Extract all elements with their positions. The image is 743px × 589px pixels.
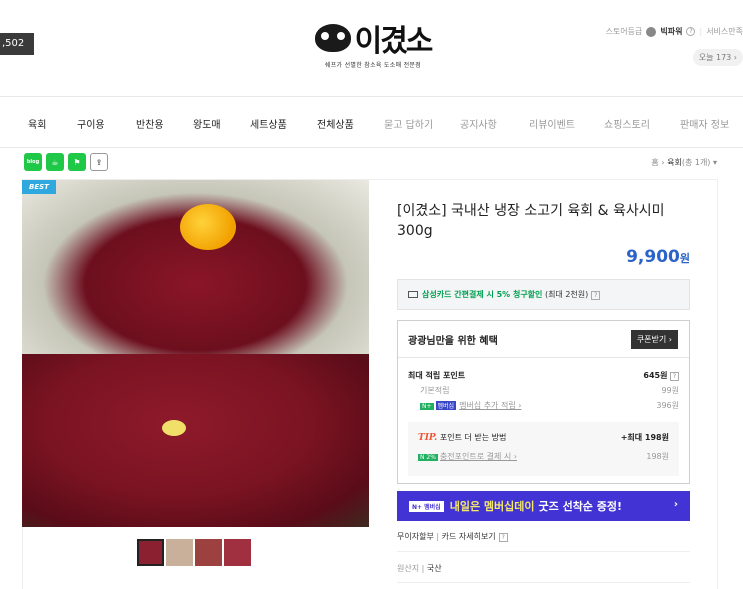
naver-plus-tag: N+ 멤버십 — [409, 500, 444, 512]
medal-icon — [646, 26, 657, 37]
help-icon[interactable]: ? — [670, 372, 679, 381]
basic-points-label: 기본적립 — [420, 386, 450, 395]
product-title: [이겼소] 국내산 냉장 소고기 육회 & 육사시미 300g — [397, 203, 665, 239]
membership-points-value: 396원 — [656, 401, 679, 410]
origin-value: 국산 — [426, 564, 442, 573]
best-badge: BEST — [22, 180, 56, 194]
nav-item-grill[interactable]: 구이용 — [77, 116, 105, 131]
breadcrumb-home[interactable]: 홈 — [651, 158, 658, 167]
installment-label: 무이자할부 — [397, 532, 434, 541]
tip-max-value: +최대 198원 — [620, 433, 669, 442]
nav-item-review-event[interactable]: 리뷰이벤트 — [529, 116, 575, 131]
divider: | — [436, 532, 440, 541]
product-price: 9,900원 — [626, 247, 690, 267]
banner-highlight: 내일은 멤버십데이 — [449, 500, 535, 513]
product-main-image[interactable] — [22, 180, 369, 527]
price-unit: 원 — [679, 252, 690, 265]
tip-text: 포인트 더 받는 방법 — [439, 433, 507, 442]
divider — [398, 357, 689, 358]
tip-box: TIP. 포인트 더 받는 방법 +최대 198원 N 2% 충전포인트로 결제 … — [408, 422, 679, 476]
divider: | — [421, 564, 425, 573]
origin-label: 원산지 — [397, 564, 420, 573]
help-icon[interactable]: ? — [498, 533, 508, 542]
bookmark-icon[interactable]: ⚑ — [68, 153, 86, 171]
thumbnail[interactable] — [137, 539, 164, 566]
basic-points-row: 기본적립 99원 — [408, 385, 679, 396]
max-points-value: 645원 — [643, 371, 668, 380]
charge-badge: N 2% — [418, 454, 438, 461]
store-grade-label: 스토어등급 — [605, 27, 643, 36]
logo-wordmark: 이겼소 — [354, 24, 434, 59]
membership-day-banner[interactable]: N+ 멤버십 내일은 멤버십데이 굿즈 선착순 증정! › — [397, 491, 690, 521]
banner-text: 굿즈 선착순 증정! — [538, 500, 623, 513]
store-grade-bar: 스토어등급 빅파워 ? | 서비스만족 — [606, 26, 743, 37]
divider — [397, 551, 690, 552]
nav-item-set[interactable]: 세트상품 — [250, 116, 287, 131]
breadcrumb: 홈 › 육회(총 1개) ▾ — [651, 157, 717, 168]
card-discount-box: 삼성카드 간편결제 시 5% 청구할인 (최대 2천원)? — [397, 279, 690, 310]
membership-points-row: N+ 멤버십 멤버십 추가 적립 › 396원 — [408, 400, 679, 411]
breadcrumb-separator: › — [661, 158, 665, 167]
credit-card-icon — [408, 291, 418, 298]
nav-item-yukhoe[interactable]: 육회 — [28, 116, 46, 131]
nav-item-all[interactable]: 전체상품 — [317, 116, 354, 131]
cafe-share-icon[interactable]: ☕ — [46, 153, 64, 171]
discount-text: 삼성카드 간편결제 시 5% 청구할인 — [422, 290, 543, 299]
category-nav: 육회 구이용 반찬용 왕도매 세트상품 전체상품 묻고 답하기 공지사항 리뷰이… — [0, 96, 743, 148]
thumbnail[interactable] — [195, 539, 222, 566]
card-details-link[interactable]: 카드 자세히보기 — [442, 532, 496, 541]
nav-item-notice[interactable]: 공지사항 — [460, 116, 497, 131]
thumbnail[interactable] — [166, 539, 193, 566]
nav-item-side-dish[interactable]: 반찬용 — [136, 116, 164, 131]
store-logo[interactable]: 이겼소 쉐프가 선별한 참소육 도소매 전문점 — [308, 18, 438, 74]
store-grade-value: 빅파워 — [660, 27, 683, 36]
nav-item-story[interactable]: 쇼핑스토리 — [604, 116, 650, 131]
share-buttons: blog ☕ ⚑ ⇪ — [24, 153, 108, 171]
chevron-down-icon[interactable]: ▾ — [713, 158, 717, 167]
help-icon[interactable]: ? — [686, 27, 696, 36]
basic-points-value: 99원 — [661, 386, 679, 395]
cow-icon — [314, 24, 351, 52]
origin-row: 원산지 | 국산 — [397, 563, 442, 574]
breadcrumb-count: (총 1개) — [681, 158, 711, 167]
nav-item-qna[interactable]: 묻고 답하기 — [384, 116, 433, 131]
charge-points-link[interactable]: 충전포인트로 결제 시 › — [440, 452, 517, 461]
garnish — [162, 420, 186, 436]
divider — [397, 582, 690, 583]
charge-points-row: N 2% 충전포인트로 결제 시 › 198원 — [418, 451, 669, 462]
help-icon[interactable]: ? — [591, 291, 601, 300]
tip-row: TIP. 포인트 더 받는 방법 +최대 198원 — [418, 432, 669, 443]
max-points-row: 최대 적립 포인트 645원 ? — [408, 370, 679, 381]
divider: | — [699, 27, 703, 36]
nav-item-wholesale[interactable]: 왕도매 — [193, 116, 221, 131]
chevron-right-icon: › — [673, 499, 678, 510]
membership-badge: 멤버십 — [435, 401, 457, 410]
thumbnail[interactable] — [224, 539, 251, 566]
left-counter-badge: ,502 — [0, 33, 34, 55]
benefit-box: 광광님만을 위한 혜택 쿠폰받기 › 최대 적립 포인트 645원 ? 기본적립… — [397, 320, 690, 484]
egg-yolk — [180, 204, 236, 250]
thumbnail-strip — [137, 539, 251, 566]
price-value: 9,900 — [626, 247, 680, 267]
yuksashimi-photo — [22, 354, 369, 527]
blog-share-icon[interactable]: blog — [24, 153, 42, 171]
charge-points-value: 198원 — [646, 452, 669, 461]
breadcrumb-current[interactable]: 육회 — [667, 158, 682, 167]
service-satisfaction-label: 서비스만족 — [706, 27, 743, 36]
discount-max: (최대 2천원) — [544, 290, 589, 299]
tip-label: TIP. — [418, 433, 438, 443]
today-visitors: 오늘 173 › — [692, 49, 743, 66]
max-points-label: 최대 적립 포인트 — [408, 371, 466, 380]
get-coupon-button[interactable]: 쿠폰받기 › — [630, 330, 678, 349]
logo-tagline: 쉐프가 선별한 참소육 도소매 전문점 — [324, 62, 422, 69]
benefit-heading: 광광님만을 위한 혜택 — [408, 336, 498, 347]
membership-points-link[interactable]: 멤버십 추가 적립 › — [459, 401, 521, 410]
installment-row: 무이자할부 | 카드 자세히보기? — [397, 531, 508, 542]
nav-item-seller-info[interactable]: 판매자 정보 — [680, 116, 729, 131]
naver-plus-badge: N+ — [420, 403, 434, 410]
share-icon[interactable]: ⇪ — [90, 153, 108, 171]
